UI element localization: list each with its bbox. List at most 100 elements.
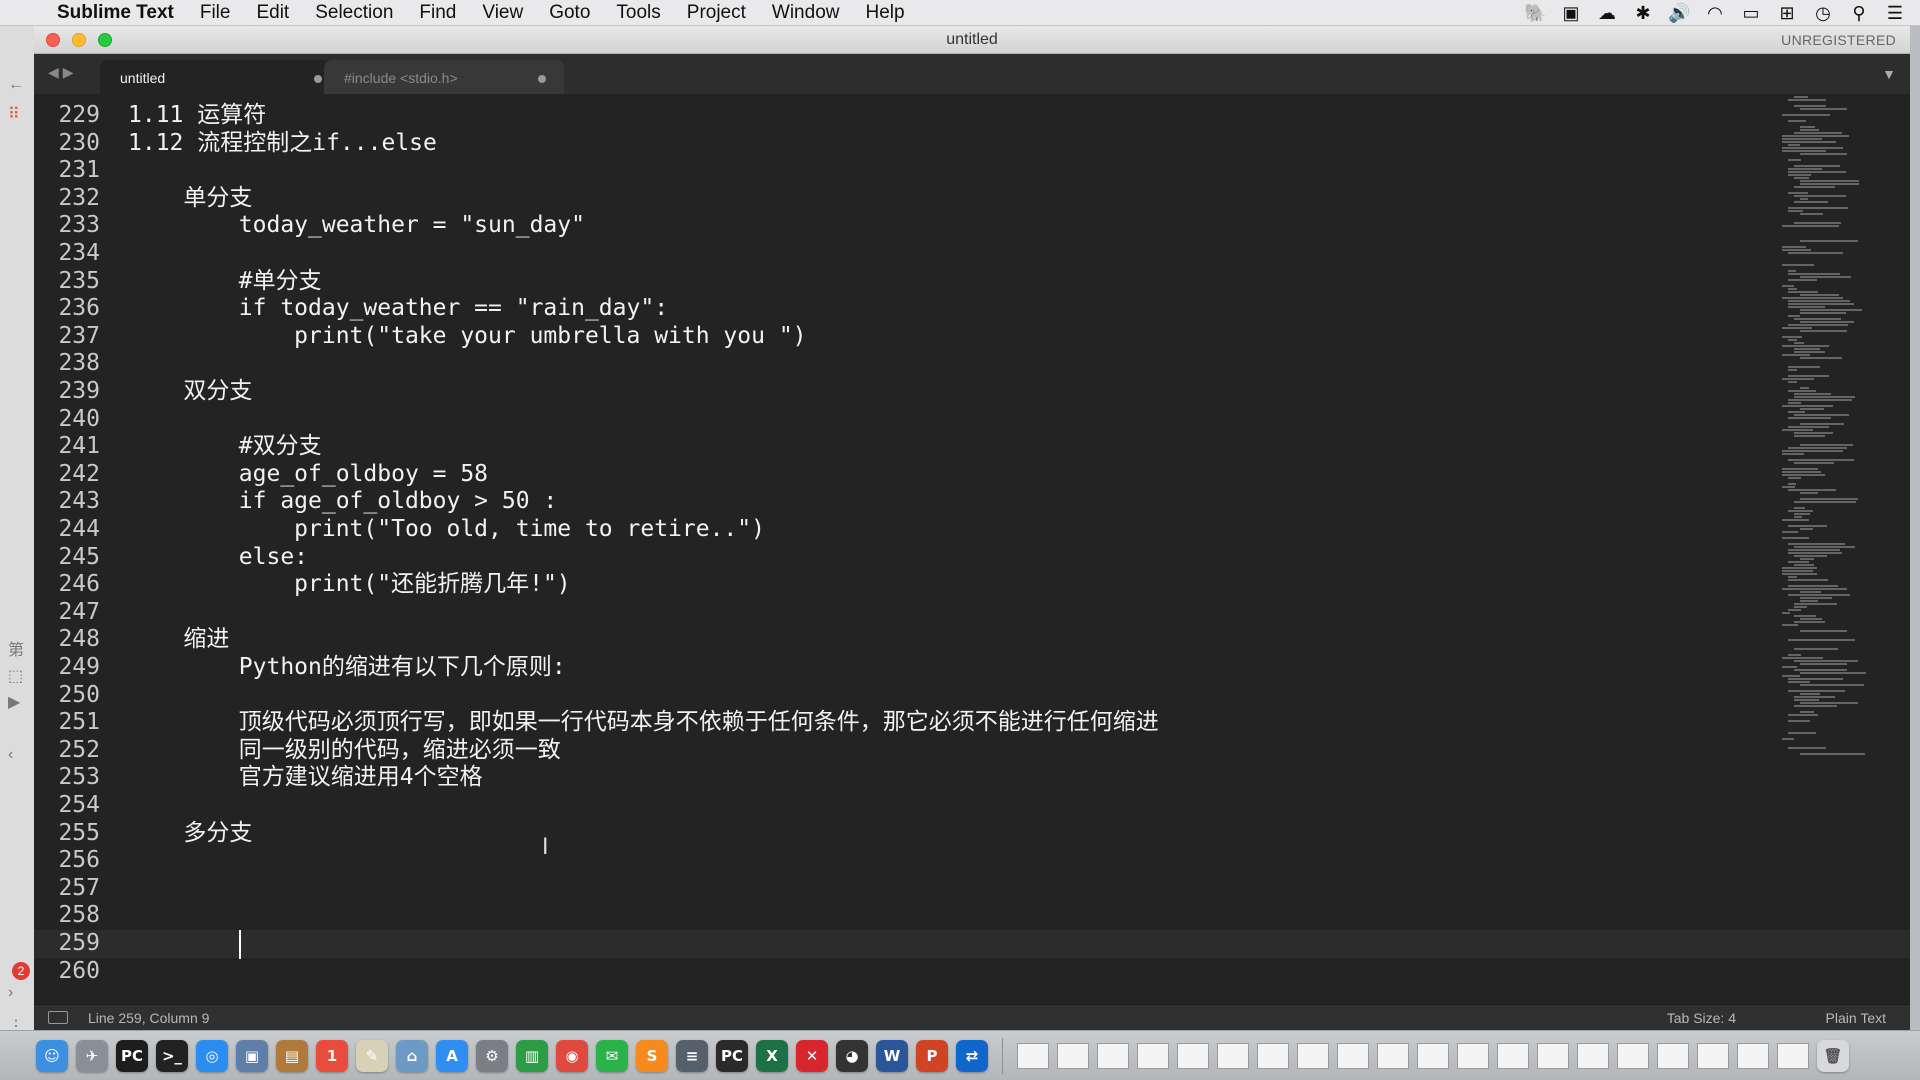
chrome-icon[interactable]: ◉	[556, 1039, 588, 1072]
minimized-window-thumbnail[interactable]	[1497, 1042, 1529, 1069]
minimized-window-thumbnail[interactable]	[1377, 1042, 1409, 1069]
scanner-icon[interactable]: ≡	[676, 1039, 708, 1072]
minimap-line	[1788, 459, 1854, 461]
preview-icon[interactable]: ▣	[236, 1039, 268, 1072]
code-line[interactable]: Python的缩进有以下几个原则:	[128, 654, 566, 682]
textedit-icon[interactable]: ✎	[356, 1039, 388, 1072]
pycharm-icon-2[interactable]: PC	[716, 1039, 748, 1072]
input-method-icon[interactable]: ⊞	[1776, 3, 1798, 24]
code-line[interactable]: 双分支	[128, 378, 252, 406]
menu-project[interactable]: Project	[674, 2, 759, 24]
screen-record-icon[interactable]: ▣	[1560, 3, 1582, 24]
code-line[interactable]: 官方建议缩进用4个空格	[128, 764, 483, 792]
code-line[interactable]: #单分支	[128, 268, 322, 296]
code-line[interactable]: print("take your umbrella with you ")	[128, 323, 806, 351]
minimized-window-thumbnail[interactable]	[1137, 1042, 1169, 1069]
menu-app-name[interactable]: Sublime Text	[44, 2, 187, 24]
wechat-icon[interactable]: ✉	[596, 1039, 628, 1072]
notebook-icon[interactable]: ▤	[276, 1039, 308, 1072]
minimized-window-thumbnail[interactable]	[1097, 1042, 1129, 1069]
code-line[interactable]: age_of_oldboy = 58	[128, 461, 488, 489]
minimized-window-thumbnail[interactable]	[1057, 1042, 1089, 1069]
menu-help[interactable]: Help	[852, 2, 917, 24]
code-line[interactable]: 1.11 运算符	[128, 102, 266, 130]
code-line[interactable]: 1.12 流程控制之if...else	[128, 130, 437, 158]
menu-selection[interactable]: Selection	[302, 2, 406, 24]
minimized-window-thumbnail[interactable]	[1257, 1042, 1289, 1069]
menu-file[interactable]: File	[187, 2, 244, 24]
panel-toggle-icon[interactable]	[48, 1011, 68, 1024]
cloud-icon[interactable]: ☁	[1596, 3, 1618, 24]
system-preferences-icon[interactable]: ⚙	[476, 1039, 508, 1072]
code-line[interactable]: 顶级代码必须顶行写，即如果一行代码本身不依赖于任何条件，那它必须不能进行任何缩进	[128, 709, 1159, 737]
xmind-icon[interactable]: ✕	[796, 1039, 828, 1072]
tab-list-dropdown-icon[interactable]: ▼	[1882, 66, 1896, 82]
excel-icon[interactable]: X	[756, 1039, 788, 1072]
calendar-icon[interactable]: 1	[316, 1039, 348, 1072]
code-line[interactable]: else:	[128, 544, 308, 572]
minimized-window-thumbnail[interactable]	[1537, 1042, 1569, 1069]
tab-untitled[interactable]: untitled	[100, 60, 340, 94]
terminal-icon[interactable]: >_	[156, 1039, 188, 1072]
minimized-window-thumbnail[interactable]	[1657, 1042, 1689, 1069]
code-line[interactable]: 单分支	[128, 185, 252, 213]
menu-tools[interactable]: Tools	[603, 2, 673, 24]
minimized-window-thumbnail[interactable]	[1217, 1042, 1249, 1069]
search-icon[interactable]: ⚲	[1848, 3, 1870, 24]
syntax-selector[interactable]: Plain Text	[1826, 1010, 1886, 1026]
code-line[interactable]: if age_of_oldboy > 50 :	[128, 488, 558, 516]
unsaved-dot-icon[interactable]	[314, 75, 322, 83]
menu-list-icon[interactable]: ☰	[1884, 3, 1906, 24]
code-line[interactable]: #双分支	[128, 433, 322, 461]
minimized-window-thumbnail[interactable]	[1297, 1042, 1329, 1069]
code-editor[interactable]: 229 230 231 232 233 234 235 236 237 238 239 240 241 2…	[34, 94, 1910, 1004]
teamviewer-icon[interactable]: ⇄	[956, 1039, 988, 1072]
bluetooth-icon[interactable]: ✱	[1632, 3, 1654, 24]
evernote-icon[interactable]: 🐘	[1524, 3, 1546, 24]
minimized-window-thumbnail[interactable]	[1737, 1042, 1769, 1069]
tab-navigation-arrows-icon[interactable]: ◀▶	[48, 64, 78, 81]
wifi-icon[interactable]: ◠	[1704, 3, 1726, 24]
trash-icon[interactable]: 🗑	[1817, 1039, 1849, 1072]
minimized-window-thumbnail[interactable]	[1617, 1042, 1649, 1069]
menu-edit[interactable]: Edit	[243, 2, 302, 24]
code-line[interactable]: 缩进	[128, 626, 229, 654]
tab-include-stdio[interactable]: #include <stdio.h>	[324, 60, 564, 94]
code-line[interactable]: 多分支	[128, 820, 252, 848]
code-line[interactable]: if today_weather == "rain_day":	[128, 295, 668, 323]
code-line[interactable]: print("Too old, time to retire..")	[128, 516, 765, 544]
tab-size-selector[interactable]: Tab Size: 4	[1667, 1010, 1736, 1026]
minimized-window-thumbnail[interactable]	[1337, 1042, 1369, 1069]
battery-icon[interactable]: ▭	[1740, 3, 1762, 24]
qq-icon[interactable]: ◕	[836, 1039, 868, 1072]
code-line[interactable]: 同一级别的代码，缩进必须一致	[128, 737, 561, 765]
code-line[interactable]: today_weather = "sun_day"	[128, 212, 585, 240]
minimized-window-thumbnail[interactable]	[1457, 1042, 1489, 1069]
pycharm-icon[interactable]: PC	[116, 1039, 148, 1072]
minimized-window-thumbnail[interactable]	[1777, 1042, 1809, 1069]
launchpad-icon[interactable]: ✈	[76, 1039, 108, 1072]
code-line[interactable]: print("还能折腾几年!")	[128, 571, 570, 599]
powerpoint-icon[interactable]: P	[916, 1039, 948, 1072]
menu-view[interactable]: View	[469, 2, 536, 24]
minimap[interactable]	[1778, 96, 1890, 756]
finder-icon[interactable]: ☺	[36, 1039, 68, 1072]
sublime-text-icon[interactable]: S	[636, 1039, 668, 1072]
menu-goto[interactable]: Goto	[536, 2, 603, 24]
minimized-window-thumbnail[interactable]	[1697, 1042, 1729, 1069]
text-area[interactable]: 1.11 运算符 1.12 流程控制之if...else 单分支 today_we…	[128, 94, 1730, 1004]
minimized-window-thumbnail[interactable]	[1577, 1042, 1609, 1069]
network-icon[interactable]: ⌂	[396, 1039, 428, 1072]
minimized-window-thumbnail[interactable]	[1417, 1042, 1449, 1069]
numbers-icon[interactable]: ▥	[516, 1039, 548, 1072]
unsaved-dot-icon[interactable]	[538, 75, 546, 83]
app-store-icon[interactable]: A	[436, 1039, 468, 1072]
menu-window[interactable]: Window	[759, 2, 853, 24]
clock-icon[interactable]: ◷	[1812, 3, 1834, 24]
safari-icon[interactable]: ◎	[196, 1039, 228, 1072]
word-icon[interactable]: W	[876, 1039, 908, 1072]
menu-find[interactable]: Find	[406, 2, 469, 24]
minimized-window-thumbnail[interactable]	[1017, 1042, 1049, 1069]
volume-icon[interactable]: 🔊	[1668, 3, 1690, 24]
minimized-window-thumbnail[interactable]	[1177, 1042, 1209, 1069]
